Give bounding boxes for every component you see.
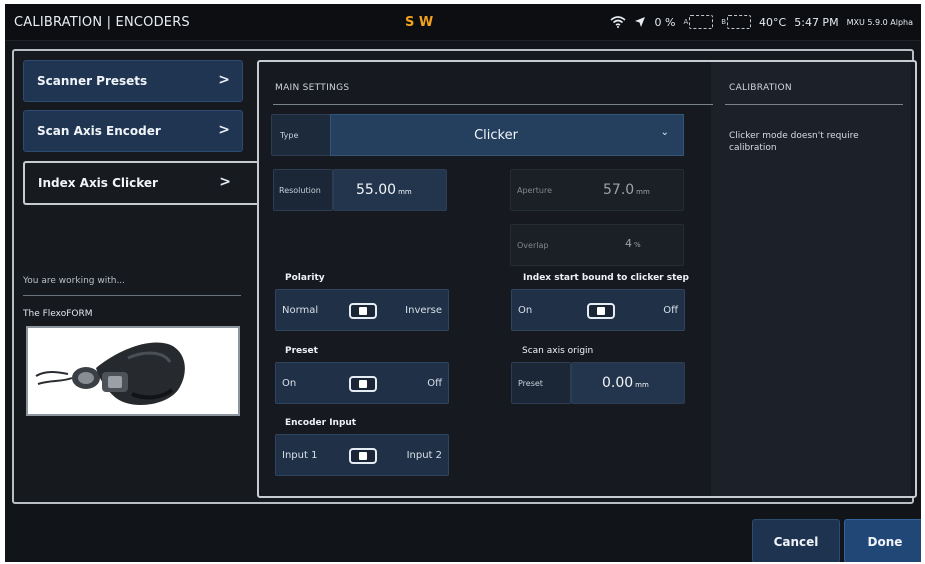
calibration-rule	[725, 104, 903, 105]
working-with-label: You are working with...	[23, 276, 126, 286]
battery-percent: 0 %	[654, 15, 676, 29]
polarity-switch[interactable]	[349, 303, 377, 319]
scan-origin-title: Scan axis origin	[522, 346, 594, 356]
scan-origin-label: Preset	[518, 379, 543, 388]
encoder-input-toggle-row: Input 1 Input 2	[275, 434, 449, 476]
battery-b-label: B	[721, 18, 727, 26]
type-value: Clicker	[474, 128, 518, 143]
resolution-value: 55.00 mm	[356, 182, 412, 198]
index-start-right-label: Off	[663, 305, 678, 316]
polarity-right-label: Inverse	[405, 305, 442, 316]
preset-right-label: Off	[427, 378, 442, 389]
type-dropdown[interactable]: Clicker ⌄	[330, 114, 684, 156]
aperture-value: 57.0 mm	[603, 182, 650, 198]
battery-a-label: A	[683, 18, 689, 26]
main-settings-rule	[273, 104, 713, 105]
polarity-left-label: Normal	[282, 305, 319, 316]
polarity-title: Polarity	[285, 273, 325, 283]
main-settings-title: MAIN SETTINGS	[275, 83, 350, 93]
sidebar-item-label: Scan Axis Encoder	[37, 124, 161, 138]
preset-switch[interactable]	[349, 376, 377, 392]
sidebar-item-label: Index Axis Clicker	[38, 176, 158, 190]
overlap-value: 4%	[625, 237, 641, 250]
encoder-input-left-label: Input 1	[282, 450, 318, 461]
index-start-switch[interactable]	[587, 303, 615, 319]
status-area: 0 % A B 40°C 5:47 PM MXU 5.9.0 Alpha	[610, 15, 913, 29]
resolution-input[interactable]: 55.00 mm	[333, 169, 447, 211]
chevron-right-icon: >	[218, 72, 230, 88]
cancel-button[interactable]: Cancel	[752, 519, 840, 562]
index-start-title: Index start bound to clicker step	[523, 273, 689, 283]
index-start-left-label: On	[518, 305, 533, 316]
sidebar-divider	[23, 295, 241, 296]
direction-indicator: S W	[405, 15, 434, 30]
app-screen: CALIBRATION | ENCODERS S W 0 % A B 40°C …	[5, 4, 921, 562]
overlap-field: Overlap 4%	[510, 224, 684, 266]
top-bar: CALIBRATION | ENCODERS S W 0 % A B 40°C …	[5, 4, 921, 41]
battery-b-icon: B	[721, 15, 752, 29]
preset-toggle-row: On Off	[275, 362, 449, 404]
clock: 5:47 PM	[794, 15, 839, 29]
device-name: The FlexoFORM	[23, 309, 93, 319]
calibration-title: CALIBRATION	[729, 83, 792, 93]
version-label: MXU 5.9.0 Alpha	[846, 17, 913, 27]
done-button[interactable]: Done	[844, 519, 921, 562]
sidebar-item-scanner-presets[interactable]: Scanner Presets >	[23, 60, 243, 102]
page-title: CALIBRATION | ENCODERS	[14, 15, 190, 30]
overlap-label: Overlap	[517, 241, 549, 250]
scan-origin-value: 0.00 mm	[602, 375, 649, 391]
wifi-icon	[610, 16, 627, 28]
chevron-right-icon: >	[219, 174, 231, 190]
chevron-down-icon: ⌄	[660, 127, 669, 138]
preset-title: Preset	[285, 346, 318, 356]
calibration-message: Clicker mode doesn't require calibration	[729, 131, 859, 153]
index-start-toggle-row: On Off	[511, 289, 685, 331]
sidebar-item-label: Scanner Presets	[37, 74, 148, 88]
scanner-device-image	[26, 326, 240, 416]
polarity-toggle-row: Normal Inverse	[275, 289, 449, 331]
type-label: Type	[280, 131, 299, 140]
preset-left-label: On	[282, 378, 297, 389]
calibration-column	[711, 62, 911, 496]
gps-arrow-icon	[634, 16, 646, 28]
scan-origin-input[interactable]: 0.00 mm	[571, 362, 685, 404]
type-label-cell: Type	[271, 114, 331, 156]
battery-a-icon: A	[683, 15, 714, 29]
sidebar-item-index-axis-clicker[interactable]: Index Axis Clicker >	[23, 161, 259, 205]
resolution-label-cell: Resolution	[273, 169, 333, 211]
aperture-field: Aperture 57.0 mm	[510, 169, 684, 211]
encoder-input-switch[interactable]	[349, 448, 377, 464]
temperature: 40°C	[759, 15, 787, 29]
chevron-right-icon: >	[218, 122, 230, 138]
encoder-input-title: Encoder Input	[285, 418, 357, 428]
sidebar-item-scan-axis-encoder[interactable]: Scan Axis Encoder >	[23, 110, 243, 152]
aperture-label: Aperture	[517, 186, 553, 195]
scan-origin-label-cell: Preset	[511, 362, 571, 404]
resolution-label: Resolution	[279, 186, 321, 195]
encoder-input-right-label: Input 2	[406, 450, 442, 461]
